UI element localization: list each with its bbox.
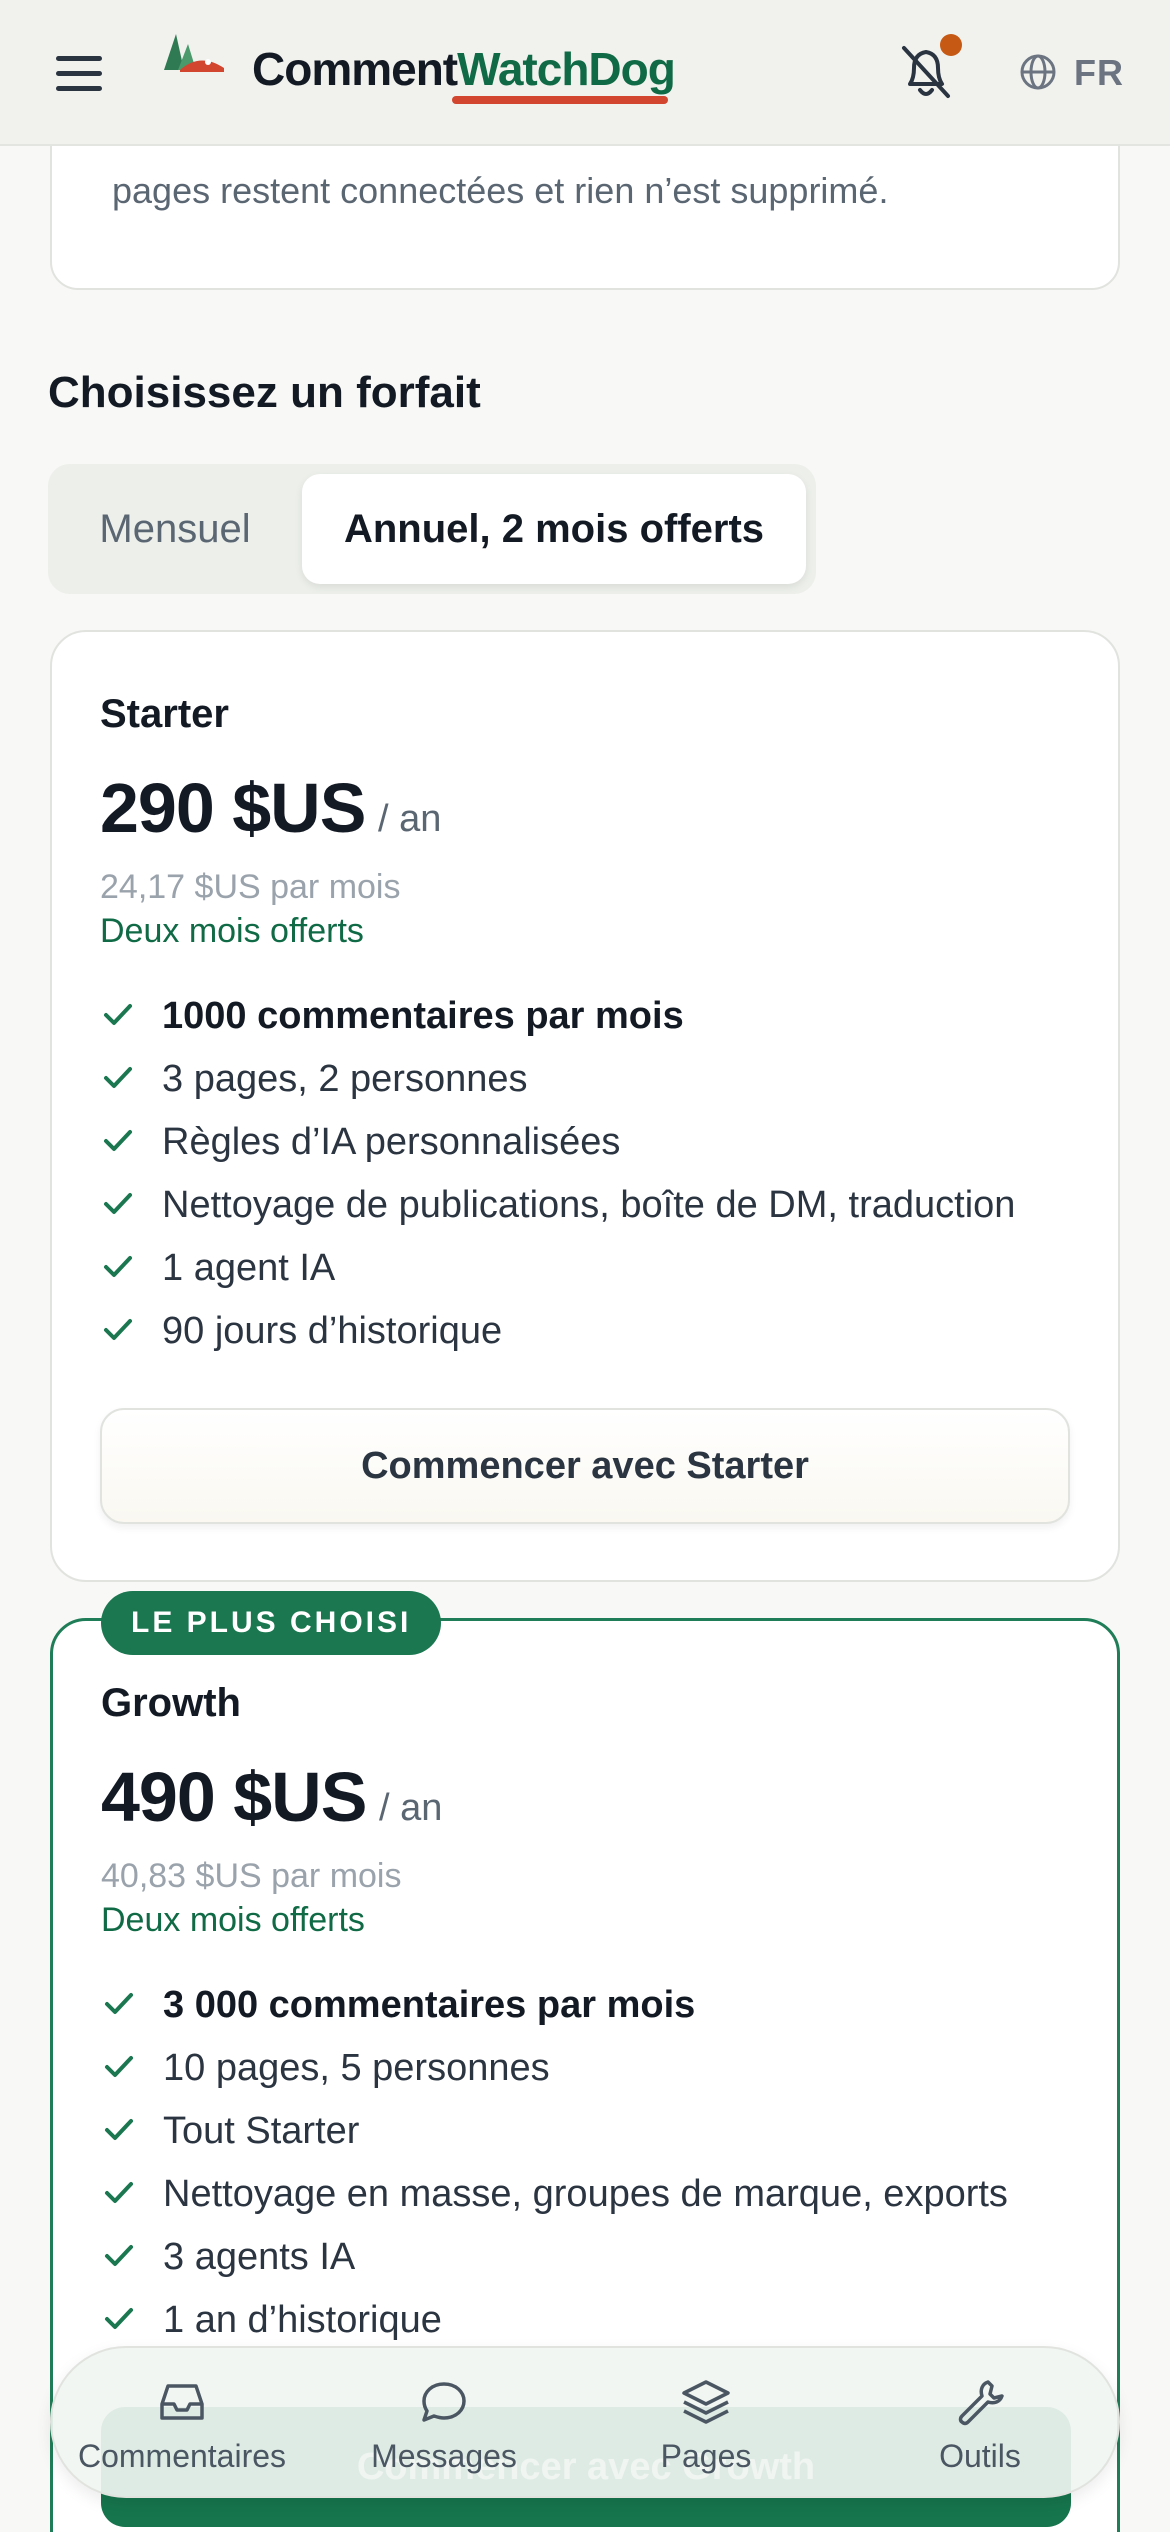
plan-price: 490 $US <box>101 1758 367 1836</box>
check-icon <box>104 1067 132 1088</box>
feature-item: 3 pages, 2 personnes <box>100 1055 1015 1118</box>
feature-item: Tout Starter <box>101 2107 1008 2170</box>
app-header: CommentWatchDog FR <box>0 0 1170 146</box>
nav-item-pages[interactable]: Pages <box>576 2374 836 2475</box>
feature-item: Nettoyage en masse, groupes de marque, e… <box>101 2170 1008 2233</box>
nav-label: Messages <box>371 2438 517 2474</box>
layers-icon <box>682 2380 730 2424</box>
globe-icon[interactable] <box>1018 52 1058 92</box>
logo-icon <box>164 34 224 72</box>
nav-item-commentaires[interactable]: Commentaires <box>52 2374 312 2475</box>
feature-item: 10 pages, 5 personnes <box>101 2044 1008 2107</box>
check-icon <box>104 1130 132 1151</box>
plan-card-starter: Starter 290 $US / an 24,17 $US par mois … <box>50 630 1120 1582</box>
brand-part-2: WatchDog <box>457 43 676 95</box>
toggle-monthly[interactable]: Mensuel <box>48 474 302 584</box>
menu-icon[interactable] <box>56 56 102 92</box>
check-icon <box>105 1993 133 2014</box>
brand-part-1: Comment <box>252 43 458 95</box>
check-icon <box>105 2056 133 2077</box>
brand-underline <box>452 96 668 104</box>
plan-monthly-equivalent: 24,17 $US par mois <box>100 868 401 906</box>
check-icon <box>105 2308 133 2329</box>
language-selector[interactable]: FR <box>1074 52 1124 94</box>
bottom-nav: Commentaires Messages Pages Outils <box>50 2346 1120 2498</box>
feature-item: Nettoyage de publications, boîte de DM, … <box>100 1181 1015 1244</box>
check-icon <box>104 1193 132 1214</box>
check-icon <box>104 1004 132 1025</box>
nav-item-messages[interactable]: Messages <box>314 2374 574 2475</box>
feature-list: 1000 commentaires par mois 3 pages, 2 pe… <box>100 992 1015 1370</box>
check-icon <box>105 2119 133 2140</box>
feature-item: 3 agents IA <box>101 2233 1008 2296</box>
notification-dot <box>940 34 962 56</box>
check-icon <box>105 2245 133 2266</box>
plan-name: Growth <box>101 1681 241 1725</box>
info-card-text: pages restent connectées et rien n’est s… <box>112 170 889 211</box>
plan-period: / an <box>379 1787 443 1829</box>
start-starter-button[interactable]: Commencer avec Starter <box>100 1408 1070 1524</box>
plan-promo: Deux mois offerts <box>101 1901 365 1939</box>
check-icon <box>104 1256 132 1277</box>
nav-label: Pages <box>660 2438 752 2474</box>
wrench-icon <box>958 2380 1004 2426</box>
billing-toggle: Mensuel Annuel, 2 mois offerts <box>48 464 816 594</box>
toggle-annual[interactable]: Annuel, 2 mois offerts <box>302 474 806 584</box>
check-icon <box>105 2182 133 2203</box>
feature-item: 1 agent IA <box>100 1244 1015 1307</box>
plan-period: / an <box>378 798 442 840</box>
plan-promo: Deux mois offerts <box>100 912 364 950</box>
chat-bubble-icon <box>422 2382 466 2422</box>
brand-name[interactable]: CommentWatchDog <box>252 42 676 96</box>
plan-price: 290 $US <box>100 769 366 847</box>
feature-list: 3 000 commentaires par mois 10 pages, 5 … <box>101 1981 1008 2359</box>
feature-item: 90 jours d’historique <box>100 1307 1015 1370</box>
most-chosen-badge: LE PLUS CHOISI <box>101 1591 442 1655</box>
feature-item: 1000 commentaires par mois <box>100 992 1015 1055</box>
plan-monthly-equivalent: 40,83 $US par mois <box>101 1857 402 1895</box>
plans-section-title: Choisissez un forfait <box>48 368 481 417</box>
inbox-icon <box>160 2384 204 2420</box>
nav-item-outils[interactable]: Outils <box>850 2374 1110 2475</box>
feature-item: Règles d’IA personnalisées <box>100 1118 1015 1181</box>
nav-label: Commentaires <box>77 2438 287 2474</box>
plan-name: Starter <box>100 692 229 736</box>
nav-label: Outils <box>939 2438 1021 2474</box>
check-icon <box>104 1319 132 1340</box>
feature-item: 3 000 commentaires par mois <box>101 1981 1008 2044</box>
